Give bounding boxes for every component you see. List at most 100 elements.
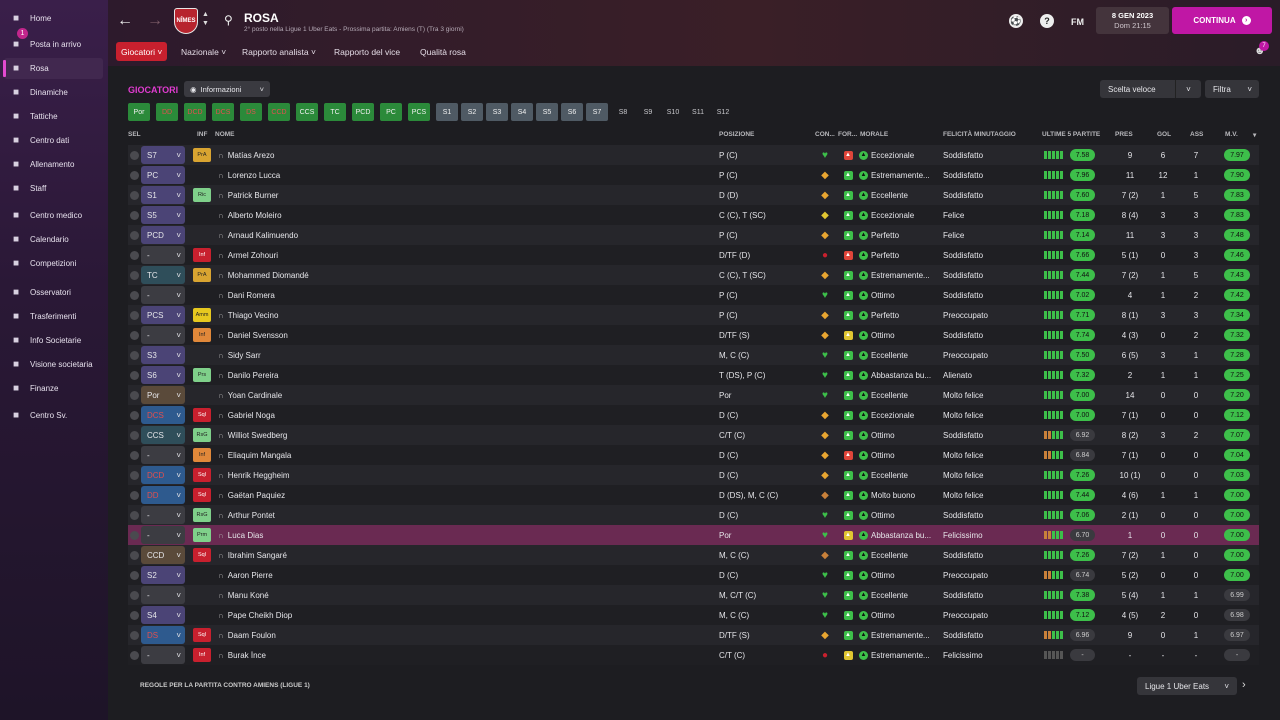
- col-inf[interactable]: INF: [197, 131, 207, 138]
- table-row[interactable]: -˅InfEliaquim MangalaD (C)◆▲▲OttimoMolto…: [128, 445, 1259, 465]
- table-row[interactable]: PCD˅Arnaud KalimuendoP (C)◆▲▲PerfettoFel…: [128, 225, 1259, 245]
- quick-select[interactable]: Scelta veloce ˅: [1100, 80, 1201, 98]
- role-select[interactable]: DS ˅: [141, 626, 185, 644]
- role-select[interactable]: - ˅: [141, 326, 185, 344]
- date-box[interactable]: 8 GEN 2023 Dom 21:15: [1096, 7, 1169, 34]
- club-switch-chevrons-icon[interactable]: ▲ ▼: [202, 10, 209, 28]
- role-select[interactable]: - ˅: [141, 286, 185, 304]
- role-chip-pcs[interactable]: PCS: [408, 103, 430, 121]
- select-checkbox[interactable]: [130, 331, 139, 340]
- notifications-icon[interactable]: ☻ 7: [1254, 41, 1269, 57]
- role-select[interactable]: S1 ˅: [141, 186, 185, 204]
- forward-arrow-icon[interactable]: →: [145, 11, 165, 31]
- role-select[interactable]: S5 ˅: [141, 206, 185, 224]
- role-select[interactable]: S4 ˅: [141, 606, 185, 624]
- next-arrow-icon[interactable]: ›: [1242, 679, 1246, 691]
- sidebar-item-home[interactable]: ■ Home: [4, 8, 103, 29]
- select-checkbox[interactable]: [130, 311, 139, 320]
- select-checkbox[interactable]: [130, 171, 139, 180]
- tab-rapporto-vice[interactable]: Rapporto del vice: [329, 42, 405, 61]
- role-chip-s6[interactable]: S6: [561, 103, 583, 121]
- table-row[interactable]: S2˅Aaron PierreD (C)♥▲▲OttimoPreoccupato…: [128, 565, 1259, 585]
- col-happiness[interactable]: FELICITÀ MINUTAGGIO: [943, 131, 1016, 138]
- table-row[interactable]: PCS˅AmmThiago VecinoP (C)◆▲▲PerfettoPreo…: [128, 305, 1259, 325]
- select-checkbox[interactable]: [130, 611, 139, 620]
- competition-select[interactable]: Ligue 1 Uber Eats ˅: [1137, 677, 1237, 695]
- role-chip-s2[interactable]: S2: [461, 103, 483, 121]
- role-chip-s11[interactable]: S11: [687, 103, 709, 121]
- help-icon[interactable]: ?: [1040, 14, 1054, 28]
- player-name[interactable]: Arthur Pontet: [218, 505, 378, 525]
- tab-nazionale[interactable]: Nazionale ˅: [176, 42, 231, 61]
- view-select[interactable]: ◉ Informazioni ˅: [184, 81, 270, 97]
- select-checkbox[interactable]: [130, 191, 139, 200]
- table-row[interactable]: DS˅SqlDaam FoulonD/TF (S)◆▲▲Estremamente…: [128, 625, 1259, 645]
- select-checkbox[interactable]: [130, 531, 139, 540]
- sidebar-item-staff[interactable]: ■ Staff: [4, 178, 103, 199]
- player-name[interactable]: Patrick Burner: [218, 185, 378, 205]
- role-chip-tc[interactable]: TC: [324, 103, 346, 121]
- tab-rapporto-analista[interactable]: Rapporto analista ˅: [237, 42, 321, 61]
- table-row[interactable]: S5˅Alberto MoleiroC (C), T (SC)◆▲▲Eccezi…: [128, 205, 1259, 225]
- role-select[interactable]: CCD ˅: [141, 546, 185, 564]
- table-row[interactable]: DD˅SqlGaëtan PaquiezD (DS), M, C (C)◆▲▲M…: [128, 485, 1259, 505]
- role-select[interactable]: - ˅: [141, 506, 185, 524]
- col-form[interactable]: FOR...: [838, 131, 857, 138]
- role-chip-s3[interactable]: S3: [486, 103, 508, 121]
- sidebar-item-info-societarie[interactable]: ■ Info Societarie: [4, 330, 103, 351]
- fm-menu-button[interactable]: FM: [1071, 17, 1084, 27]
- sidebar-item-visione-societaria[interactable]: ■ Visione societaria: [4, 354, 103, 375]
- col-condition[interactable]: CON...: [815, 131, 835, 138]
- select-checkbox[interactable]: [130, 411, 139, 420]
- table-row[interactable]: CCD˅SqlIbrahim SangaréM, C (C)◆▲▲Eccelle…: [128, 545, 1259, 565]
- table-row[interactable]: DCS˅SqlGabriel NogaD (C)◆▲▲EccezionaleMo…: [128, 405, 1259, 425]
- player-name[interactable]: Matías Arezo: [218, 145, 378, 165]
- col-name[interactable]: NOME: [215, 131, 235, 138]
- player-name[interactable]: Lorenzo Lucca: [218, 165, 378, 185]
- role-chip-s5[interactable]: S5: [536, 103, 558, 121]
- role-select[interactable]: - ˅: [141, 526, 185, 544]
- role-select[interactable]: Por ˅: [141, 386, 185, 404]
- col-gol[interactable]: GOL: [1157, 131, 1171, 138]
- role-chip-s12[interactable]: S12: [712, 103, 734, 121]
- player-name[interactable]: Sidy Sarr: [218, 345, 378, 365]
- role-select[interactable]: DCD ˅: [141, 466, 185, 484]
- role-chip-dcd[interactable]: DCD: [184, 103, 206, 121]
- sidebar-item-centro-sv-[interactable]: ■ Centro Sv.: [4, 405, 103, 426]
- role-chip-pc[interactable]: PC: [380, 103, 402, 121]
- player-name[interactable]: Luca Dias: [218, 525, 378, 545]
- table-row[interactable]: -˅InfDaniel SvenssonD/TF (S)◆▲▲OttimoSod…: [128, 325, 1259, 345]
- select-checkbox[interactable]: [130, 231, 139, 240]
- match-rules-link[interactable]: REGOLE PER LA PARTITA CONTRO AMIENS (LIG…: [140, 682, 310, 689]
- table-row[interactable]: -˅Manu KonéM, C/T (C)♥▲▲EccellenteSoddis…: [128, 585, 1259, 605]
- select-checkbox[interactable]: [130, 291, 139, 300]
- sort-arrow-icon[interactable]: ▾: [1253, 131, 1256, 139]
- select-checkbox[interactable]: [130, 491, 139, 500]
- table-row[interactable]: DCD˅SqlHenrik HeggheimD (C)◆▲▲Eccellente…: [128, 465, 1259, 485]
- role-chip-ccd[interactable]: CCD: [268, 103, 290, 121]
- player-name[interactable]: Daniel Svensson: [218, 325, 378, 345]
- select-checkbox[interactable]: [130, 211, 139, 220]
- role-select[interactable]: S3 ˅: [141, 346, 185, 364]
- role-chip-por[interactable]: Por: [128, 103, 150, 121]
- player-name[interactable]: Gaëtan Paquiez: [218, 485, 378, 505]
- select-checkbox[interactable]: [130, 351, 139, 360]
- select-checkbox[interactable]: [130, 251, 139, 260]
- table-row[interactable]: S6˅PrsDanilo PereiraT (DS), P (C)♥▲▲Abba…: [128, 365, 1259, 385]
- sidebar-item-allenamento[interactable]: ■ Allenamento: [4, 154, 103, 175]
- col-mv[interactable]: M.V.: [1225, 131, 1238, 138]
- select-checkbox[interactable]: [130, 451, 139, 460]
- player-name[interactable]: Yoan Cardinale: [218, 385, 378, 405]
- continue-button[interactable]: CONTINUA ›: [1172, 7, 1272, 34]
- table-row[interactable]: -˅RsGArthur PontetD (C)♥▲▲OttimoSoddisfa…: [128, 505, 1259, 525]
- player-name[interactable]: Dani Romera: [218, 285, 378, 305]
- role-select[interactable]: DD ˅: [141, 486, 185, 504]
- player-name[interactable]: Manu Koné: [218, 585, 378, 605]
- help-ball-icon[interactable]: ⚽: [1009, 14, 1023, 28]
- back-arrow-icon[interactable]: ←: [115, 11, 135, 31]
- player-name[interactable]: Eliaquim Mangala: [218, 445, 378, 465]
- col-ass[interactable]: ASS: [1190, 131, 1203, 138]
- player-name[interactable]: Gabriel Noga: [218, 405, 378, 425]
- player-name[interactable]: Thiago Vecino: [218, 305, 378, 325]
- role-select[interactable]: TC ˅: [141, 266, 185, 284]
